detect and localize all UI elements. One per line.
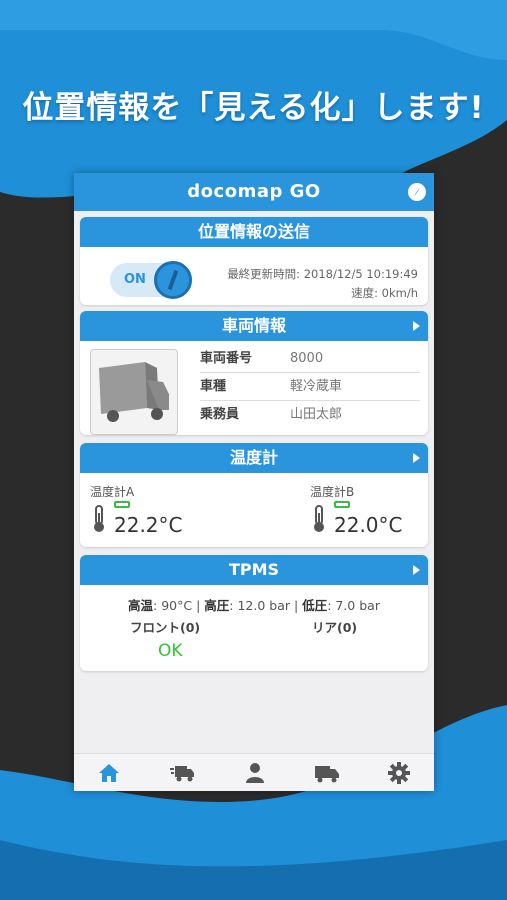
home-icon[interactable] [96,760,122,786]
vehicle-type-label: 車種 [200,379,227,394]
chevron-right-icon [413,453,420,463]
gear-icon[interactable] [386,760,412,786]
driver-row: 乗務員 山田太郎 [200,401,420,429]
rear-tires: リア(0) [312,620,358,635]
last-update-time: 最終更新時間: 2018/12/5 10:19:49 [227,267,418,281]
vehicle-type-row: 車種 軽冷蔵車 [200,373,420,401]
battery-icon [114,501,130,508]
vehicle-image [90,349,178,435]
card-title: 車両情報 [80,311,428,341]
app-bar: docomap GO [74,173,434,211]
compass-knob-icon [154,261,192,299]
thermometer-a-value: 22.2°C [114,513,183,537]
driver-label: 乗務員 [200,407,240,422]
user-icon[interactable] [242,760,268,786]
app-logo: docomap GO [187,181,321,202]
card-title: 位置情報の送信 [80,217,428,247]
vehicle-number-label: 車両番号 [200,351,253,366]
delivery-truck-icon[interactable] [170,760,196,786]
chevron-right-icon [413,321,420,331]
vehicle-number-row: 車両番号 8000 [200,345,420,373]
thermometer-icon [314,505,324,532]
thermometer-a-label: 温度計A [90,485,135,499]
tpms-card[interactable]: TPMS 高温: 90°C | 高圧: 12.0 bar | 低圧: 7.0 b… [80,555,428,671]
battery-icon [334,501,350,508]
thermometer-card[interactable]: 温度計 温度計A 22.2°C 温度計B 22.0°C [80,443,428,547]
truck-icon[interactable] [314,760,340,786]
thermometer-b-label: 温度計B [310,485,355,499]
chevron-right-icon [413,565,420,575]
speed: 速度: 0km/h [351,286,418,300]
tpms-status: OK [158,641,183,661]
tpms-summary: 高温: 90°C | 高圧: 12.0 bar | 低圧: 7.0 bar [128,598,380,613]
card-title: 温度計 [80,443,428,473]
vehicle-number-value: 8000 [290,351,324,366]
toggle-label: ON [124,272,146,287]
vehicle-type-value: 軽冷蔵車 [290,379,343,394]
promo-headline: 位置情報を「見える化」します! [22,90,485,126]
compass-icon[interactable] [408,183,426,201]
last-update-info: 最終更新時間: 2018/12/5 10:19:49 速度: 0km/h [227,265,418,303]
thermometer-b-value: 22.0°C [334,513,403,537]
phone-screen: docomap GO 位置情報の送信 ON 最終更新時間: 2018/12/5 … [74,173,434,791]
front-tires: フロント(0) [130,620,201,635]
vehicle-info-card[interactable]: 車両情報 車両番号 8000 車種 軽冷蔵車 乗務員 山田太郎 [80,311,428,435]
location-send-card: 位置情報の送信 ON 最終更新時間: 2018/12/5 10:19:49 速度… [80,217,428,305]
driver-value: 山田太郎 [290,407,343,422]
bottom-tab-bar [74,753,434,791]
card-title: TPMS [80,555,428,585]
thermometer-icon [94,505,104,532]
location-send-toggle[interactable]: ON [110,261,192,299]
